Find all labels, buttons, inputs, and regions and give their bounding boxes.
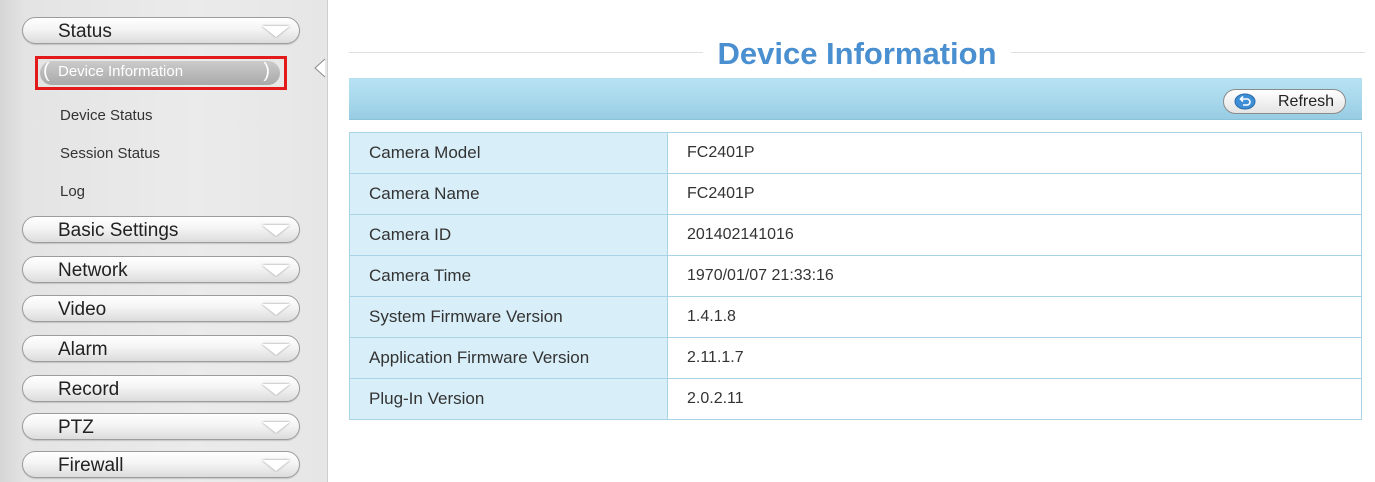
chevron-down-icon xyxy=(262,265,290,276)
row-value: FC2401P xyxy=(667,132,1362,174)
menu-basic-settings[interactable]: Basic Settings xyxy=(22,216,300,243)
row-value: 1970/01/07 21:33:16 xyxy=(667,255,1362,297)
row-label: Application Firmware Version xyxy=(349,337,668,379)
menu-firewall[interactable]: Firewall xyxy=(22,451,300,478)
row-value: 1.4.1.8 xyxy=(667,296,1362,338)
table-row: System Firmware Version 1.4.1.8 xyxy=(349,296,1362,338)
row-value: 201402141016 xyxy=(667,214,1362,256)
active-marker-left: ( xyxy=(43,60,50,82)
refresh-button[interactable]: Refresh xyxy=(1223,89,1346,114)
table-row: Application Firmware Version 2.11.1.7 xyxy=(349,337,1362,379)
menu-alarm-label: Alarm xyxy=(58,339,108,360)
menu-alarm[interactable]: Alarm xyxy=(22,335,300,362)
chevron-down-icon xyxy=(262,26,290,37)
menu-network[interactable]: Network xyxy=(22,256,300,283)
table-row: Camera Time 1970/01/07 21:33:16 xyxy=(349,255,1362,297)
submenu-log[interactable]: Log xyxy=(60,183,85,200)
menu-video[interactable]: Video xyxy=(22,295,300,322)
menu-record-label: Record xyxy=(58,379,120,400)
row-label: Camera Model xyxy=(349,132,668,174)
submenu-device-status[interactable]: Device Status xyxy=(60,107,153,124)
submenu-session-status[interactable]: Session Status xyxy=(60,145,160,162)
table-row: Camera ID 201402141016 xyxy=(349,214,1362,256)
row-label: Plug-In Version xyxy=(349,378,668,420)
submenu-device-information-label: Device Information xyxy=(58,63,184,80)
row-label: System Firmware Version xyxy=(349,296,668,338)
row-label: Camera Name xyxy=(349,173,668,215)
chevron-down-icon xyxy=(262,460,290,471)
table-row: Camera Model FC2401P xyxy=(349,132,1362,174)
chevron-down-icon xyxy=(262,384,290,395)
chevron-down-icon xyxy=(262,225,290,236)
menu-network-label: Network xyxy=(58,260,128,281)
chevron-down-icon xyxy=(262,344,290,355)
menu-status[interactable]: Status xyxy=(22,17,300,44)
menu-ptz-label: PTZ xyxy=(58,417,94,438)
toolbar: Refresh xyxy=(349,78,1362,120)
row-label: Camera Time xyxy=(349,255,668,297)
refresh-icon xyxy=(1234,93,1256,110)
menu-status-label: Status xyxy=(58,21,112,42)
row-value: 2.11.1.7 xyxy=(667,337,1362,379)
row-value: FC2401P xyxy=(667,173,1362,215)
row-label: Camera ID xyxy=(349,214,668,256)
table-row: Plug-In Version 2.0.2.11 xyxy=(349,378,1362,420)
sidebar: Status ( Device Information ) Device Sta… xyxy=(0,0,328,482)
menu-firewall-label: Firewall xyxy=(58,455,124,476)
row-value: 2.0.2.11 xyxy=(667,378,1362,420)
page-title-text: Device Information xyxy=(703,36,1011,71)
active-marker-right: ) xyxy=(263,60,270,82)
table-row: Camera Name FC2401P xyxy=(349,173,1362,215)
chevron-down-icon xyxy=(262,422,290,433)
active-pointer-icon xyxy=(314,58,326,78)
menu-video-label: Video xyxy=(58,299,107,320)
chevron-down-icon xyxy=(262,304,290,315)
page-title: Device Information xyxy=(349,36,1365,72)
submenu-device-information[interactable]: ( Device Information ) xyxy=(35,56,287,90)
menu-basic-settings-label: Basic Settings xyxy=(58,220,179,241)
refresh-button-label: Refresh xyxy=(1278,93,1335,110)
menu-record[interactable]: Record xyxy=(22,375,300,402)
menu-ptz[interactable]: PTZ xyxy=(22,413,300,440)
device-info-table: Camera Model FC2401P Camera Name FC2401P… xyxy=(349,132,1362,420)
